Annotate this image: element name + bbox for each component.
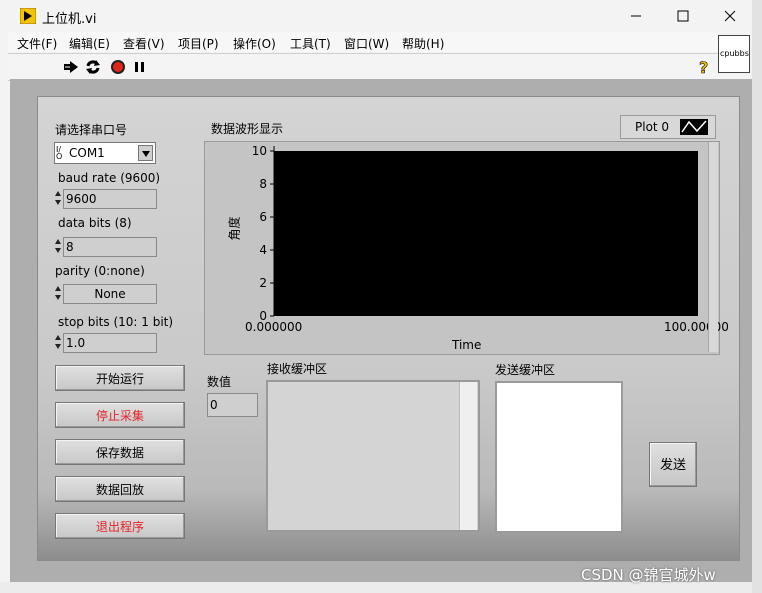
stopbits-label: stop bits (10: 1 bit) [58,315,174,329]
background-window-edge [752,0,762,593]
labview-app-icon [20,8,36,24]
y-tick-label: 8 [259,177,267,191]
menu-view[interactable]: 查看(V) [123,35,165,52]
send-buffer-textarea[interactable] [495,381,623,533]
io-prefix-icon: I/O [56,145,63,161]
maximize-icon[interactable] [675,8,691,24]
baud-spinner[interactable] [55,188,62,208]
plot-legend-name: Plot 0 [635,120,670,134]
parity-label: parity (0:none) [55,264,145,278]
baud-label: baud rate (9600) [58,171,161,185]
plot-line-style-icon [680,119,708,135]
parity-input[interactable]: None [63,284,157,304]
send-button[interactable]: 发送 [649,442,697,487]
window-title: 上位机.vi [42,12,97,27]
menu-tools[interactable]: 工具(T) [290,35,331,52]
plot-legend[interactable]: Plot 0 [620,115,716,139]
menu-help[interactable]: 帮助(H) [402,35,444,52]
numeric-label: 数值 [207,375,232,389]
databits-label: data bits (8) [58,216,132,230]
replay-data-button[interactable]: 数据回放 [55,476,185,502]
y-tick-label: 10 [251,144,267,158]
minimize-icon[interactable] [628,8,644,24]
x-min-label: 0.000000 [245,320,303,334]
stopbits-input[interactable]: 1.0 [63,333,157,353]
menu-bar: 文件(F) 编辑(E) 查看(V) 项目(P) 操作(O) 工具(T) 窗口(W… [8,32,718,52]
menu-operate[interactable]: 操作(O) [233,35,276,52]
databits-spinner[interactable] [55,236,62,256]
databits-input[interactable]: 8 [63,237,157,257]
port-label: 请选择串口号 [55,123,128,137]
abort-icon[interactable] [110,59,126,75]
labview-window: 上位机.vi 文件(F) 编辑(E) 查看(V) 项目(P) 操作(O) 工具(… [0,0,752,593]
y-axis-label: 角度 [227,216,242,241]
port-dropdown-button[interactable] [138,145,153,161]
receive-buffer-label: 接收缓冲区 [267,362,328,376]
parity-spinner[interactable] [55,283,62,303]
run-arrow-icon[interactable] [63,59,79,75]
pause-icon[interactable] [133,59,147,75]
waveform-chart-frame: 10 8 6 4 2 0 角度 0.000000 100.00000 Time [204,141,729,355]
vi-icon-text: cpubbs [720,49,749,58]
stopbits-spinner[interactable] [55,332,62,352]
plot-area[interactable] [274,151,698,316]
receive-buffer-textarea[interactable] [266,380,480,532]
baud-input[interactable]: 9600 [63,189,157,209]
send-buffer-label: 发送缓冲区 [495,363,556,377]
toolbar: ? [8,53,718,81]
panel-decoration: 请选择串口号 I/O COM1 baud rate (9600) 9600 da… [37,96,740,561]
save-data-button[interactable]: 保存数据 [55,439,185,465]
x-max-label: 100.00000 [664,320,729,334]
numeric-indicator: 0 [207,393,258,417]
receive-buffer-scrollbar[interactable] [459,382,477,530]
menu-file[interactable]: 文件(F) [17,35,57,52]
front-panel: 请选择串口号 I/O COM1 baud rate (9600) 9600 da… [10,79,752,582]
run-continuously-icon[interactable] [85,59,101,75]
x-axis-label: Time [452,338,482,352]
y-tick-label: 4 [259,243,267,257]
vi-icon-box[interactable]: cpubbs [718,35,750,73]
stop-button[interactable]: 停止采集 [55,402,185,428]
context-help-icon[interactable]: ? [697,58,711,76]
menu-project[interactable]: 项目(P) [178,35,219,52]
port-selector[interactable]: I/O COM1 [54,142,156,164]
y-tick-label: 6 [259,210,267,224]
watermark: CSDN @锦官城外w [581,566,716,584]
menu-edit[interactable]: 编辑(E) [69,35,110,52]
dropdown-arrow-icon [142,151,150,157]
title-bar[interactable]: 上位机.vi [0,0,752,32]
chart-scrollbar[interactable] [708,142,718,352]
chart-title: 数据波形显示 [211,122,284,136]
exit-program-button[interactable]: 退出程序 [55,513,185,539]
close-icon[interactable] [722,8,738,24]
menu-window[interactable]: 窗口(W) [344,35,389,52]
start-button[interactable]: 开始运行 [55,365,185,391]
y-tick-label: 2 [259,276,267,290]
svg-text:?: ? [699,58,708,76]
port-value: COM1 [69,146,105,160]
